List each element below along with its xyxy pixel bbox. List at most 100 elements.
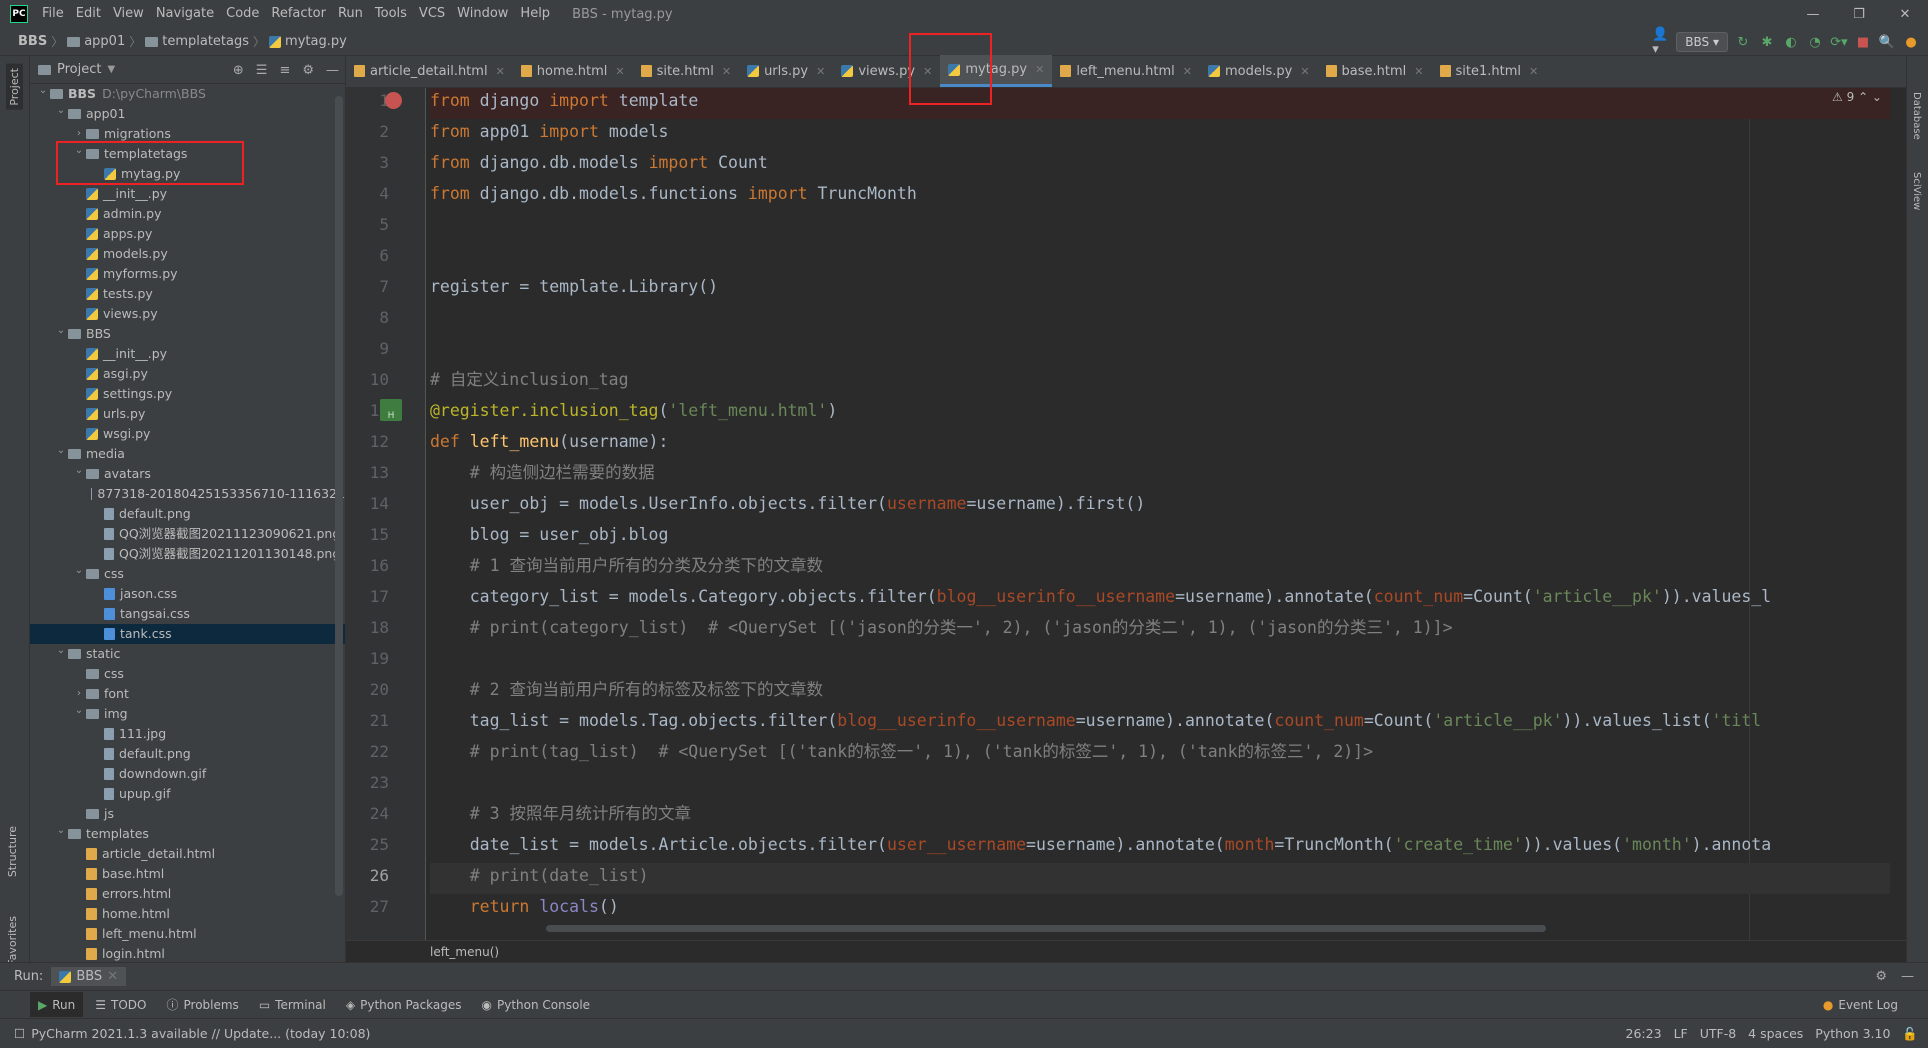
tab-base-html[interactable]: base.html ✕ [1318,55,1432,87]
html-template-gutter-icon[interactable]: H [380,399,402,421]
structure-tool-tab[interactable]: Structure [6,826,19,877]
tree-item[interactable]: __init__.py [30,184,345,204]
code-line[interactable]: from app01 import models [430,119,1890,150]
menu-item-code[interactable]: Code [220,0,265,28]
tree-item[interactable]: ⌄ css [30,564,345,584]
tree-item[interactable]: urls.py [30,404,345,424]
rerun-icon[interactable]: ↻ [1734,33,1752,51]
tab-site-html[interactable]: site.html ✕ [633,55,739,87]
search-icon[interactable]: 🔍 [1878,33,1896,51]
tool-window-run[interactable]: ▶ Run [30,992,84,1017]
tree-item[interactable]: tests.py [30,284,345,304]
code-line[interactable]: return locals() [430,894,1890,925]
chevron-down-icon[interactable]: ⌄ [54,441,68,461]
menu-item-help[interactable]: Help [514,0,556,28]
tree-item[interactable]: myforms.py [30,264,345,284]
code-line[interactable]: from django.db.models.functions import T… [430,181,1890,212]
code-area[interactable]: from django import template from app01 im… [430,88,1890,925]
minimize-icon[interactable]: — [1790,0,1836,28]
update-icon[interactable]: ● [1902,33,1920,51]
tree-item[interactable]: tangsai.css [30,604,345,624]
breakpoint-icon[interactable] [385,92,402,109]
chevron-down-icon[interactable]: ⌄ [54,101,68,121]
menu-item-refactor[interactable]: Refactor [265,0,332,28]
tree-item[interactable]: errors.html [30,884,345,904]
project-vertical-scrollbar[interactable] [335,96,343,896]
event-log-button[interactable]: ● Event Log [1823,991,1898,1019]
tree-item[interactable]: ⌄ avatars [30,464,345,484]
profile-icon[interactable]: ◔ [1806,33,1824,51]
run-config-select[interactable]: BBS ▾ [1676,32,1728,52]
tab-models-py[interactable]: models.py ✕ [1200,55,1318,87]
tree-item[interactable]: ⌄ BBS D:\pyCharm\BBS [30,84,345,104]
close-icon[interactable]: ✕ [1414,65,1423,78]
user-icon[interactable]: 👤▾ [1652,27,1670,57]
status-square-icon[interactable]: ☐ [14,1026,25,1041]
tab-urls-py[interactable]: urls.py ✕ [739,55,833,87]
code-line[interactable]: register = template.Library() [430,274,1890,305]
tree-item[interactable]: js [30,804,345,824]
menu-item-run[interactable]: Run [332,0,369,28]
chevron-down-icon[interactable]: ⌄ [54,641,68,661]
tree-item[interactable]: login.html [30,944,345,964]
menu-item-edit[interactable]: Edit [70,0,107,28]
editor-horizontal-scrollbar[interactable] [546,925,1546,932]
tab-article_detail-html[interactable]: article_detail.html ✕ [346,55,513,87]
breadcrumb-item[interactable]: BBS [14,34,51,49]
tree-item[interactable]: ⌄ templatetags [30,144,345,164]
chevron-down-icon[interactable]: ⌄ [54,821,68,841]
tree-item[interactable]: tank.css [30,624,345,644]
tree-item[interactable]: apps.py [30,224,345,244]
chevron-down-icon[interactable]: ⌄ [72,141,86,161]
close-icon[interactable]: ✕ [615,65,624,78]
code-editor[interactable]: 1234567891011121314151617181920212223242… [346,88,1906,940]
tree-item[interactable]: models.py [30,244,345,264]
code-line[interactable]: from django import template [430,88,1890,119]
expand-all-icon[interactable]: ☰ [256,63,268,78]
run-tab-bbs[interactable]: BBS ✕ [51,967,127,986]
code-line[interactable]: from django.db.models import Count [430,150,1890,181]
tree-item[interactable]: mytag.py [30,164,345,184]
concurrency-icon[interactable]: ⟳▾ [1830,33,1848,51]
tree-item[interactable]: ⌄ img [30,704,345,724]
tool-window-problems[interactable]: ⓘ Problems [158,992,246,1017]
tree-item[interactable]: QQ浏览器截图20211123090621.png [30,524,345,544]
menu-item-tools[interactable]: Tools [369,0,413,28]
code-line[interactable]: blog = user_obj.blog [430,522,1890,553]
chevron-down-icon[interactable]: ⌄ [72,701,86,721]
chevron-down-icon[interactable]: ▼ [107,64,115,75]
menu-item-navigate[interactable]: Navigate [150,0,220,28]
tree-item[interactable]: wsgi.py [30,424,345,444]
code-line[interactable] [430,646,1890,677]
project-tool-tab[interactable]: Project [6,64,23,110]
tab-views-py[interactable]: views.py ✕ [833,55,940,87]
code-line[interactable]: # 2 查询当前用户所有的标签及标签下的文章数 [430,677,1890,708]
close-icon[interactable]: ✕ [923,65,932,78]
stop-icon[interactable]: ■ [1854,33,1872,51]
tree-item[interactable]: settings.py [30,384,345,404]
tree-item[interactable]: default.png [30,744,345,764]
code-line[interactable]: # print(tag_list) # <QuerySet [('tank的标签… [430,739,1890,770]
locate-icon[interactable]: ⊕ [233,63,244,78]
menu-item-vcs[interactable]: VCS [413,0,451,28]
code-line[interactable] [430,305,1890,336]
debug-icon[interactable]: ✱ [1758,33,1776,51]
favorites-tool-tab[interactable]: Favorites [6,916,19,966]
tree-item[interactable]: __init__.py [30,344,345,364]
chevron-down-icon[interactable]: ⌄ [72,461,86,481]
code-line[interactable]: def left_menu(username): [430,429,1890,460]
tree-item[interactable]: ⌄ BBS [30,324,345,344]
tree-item[interactable]: default.png [30,504,345,524]
code-line[interactable] [430,243,1890,274]
breadcrumb-item[interactable]: templatetags [141,34,253,49]
code-line[interactable]: # 构造侧边栏需要的数据 [430,460,1890,491]
tree-item[interactable]: views.py [30,304,345,324]
tree-item[interactable]: ⌄ app01 [30,104,345,124]
tree-item[interactable]: upup.gif [30,784,345,804]
tree-item[interactable]: left_menu.html [30,924,345,944]
tool-window-python-console[interactable]: ◉ Python Console [474,992,599,1017]
tree-item[interactable]: 877318-20180425153356710-1116321 [30,484,345,504]
code-line[interactable]: # 3 按照年月统计所有的文章 [430,801,1890,832]
code-line[interactable]: # print(category_list) # <QuerySet [('ja… [430,615,1890,646]
line-separator[interactable]: LF [1674,1026,1688,1041]
